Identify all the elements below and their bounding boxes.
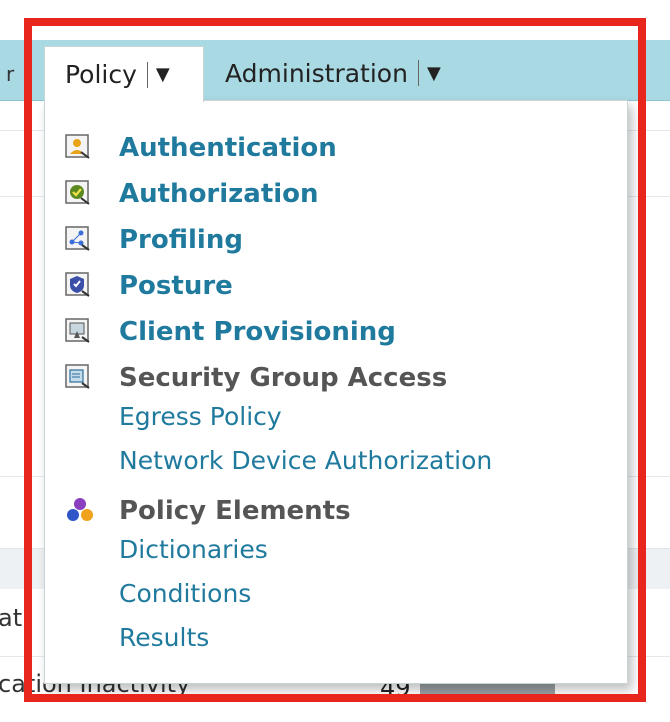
posture-icon bbox=[65, 272, 90, 297]
client-provisioning-icon bbox=[65, 318, 90, 343]
tab-policy[interactable]: Policy ▼ bbox=[44, 46, 204, 102]
policy-dropdown-menu: Authentication Authorization Profiling P… bbox=[44, 100, 628, 684]
menu-item-profiling[interactable]: Profiling bbox=[119, 224, 243, 256]
menu-item-conditions[interactable]: Conditions bbox=[119, 578, 251, 610]
menu-item-authentication[interactable]: Authentication bbox=[119, 132, 337, 164]
chevron-down-icon[interactable]: ▼ bbox=[156, 64, 170, 85]
profiling-icon bbox=[65, 226, 90, 251]
menu-item-client-provisioning[interactable]: Client Provisioning bbox=[119, 316, 396, 348]
menu-item-network-device-authorization[interactable]: Network Device Authorization bbox=[119, 445, 492, 477]
tab-administration-label: Administration bbox=[225, 58, 408, 88]
policy-elements-icon bbox=[67, 498, 93, 521]
security-group-access-icon bbox=[65, 364, 90, 389]
nav-tab-partial-caret: r bbox=[6, 62, 15, 86]
menu-section-security-group-access: Security Group Access bbox=[119, 363, 448, 393]
tab-policy-label: Policy bbox=[65, 60, 137, 89]
menu-item-results[interactable]: Results bbox=[119, 622, 209, 654]
chevron-down-icon[interactable]: ▼ bbox=[427, 63, 441, 84]
authentication-icon bbox=[65, 134, 90, 159]
menu-item-authorization[interactable]: Authorization bbox=[119, 178, 319, 210]
tab-administration[interactable]: Administration ▼ bbox=[225, 46, 441, 100]
menu-item-posture[interactable]: Posture bbox=[119, 270, 233, 302]
menu-item-dictionaries[interactable]: Dictionaries bbox=[119, 534, 268, 566]
tab-separator bbox=[417, 60, 419, 86]
menu-item-egress-policy[interactable]: Egress Policy bbox=[119, 401, 282, 433]
bg-row-label: ati bbox=[0, 604, 29, 632]
authorization-icon bbox=[65, 180, 90, 205]
menu-section-policy-elements: Policy Elements bbox=[119, 496, 351, 526]
screenshot-frame: r ati cation Inactivity 49 Policy ▼ Admi… bbox=[0, 0, 670, 722]
tab-separator bbox=[146, 61, 148, 88]
